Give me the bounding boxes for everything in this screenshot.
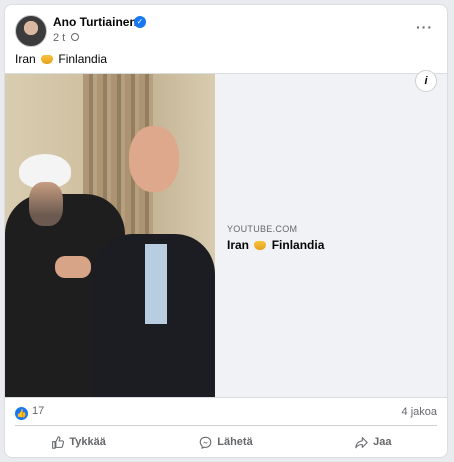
handshake-emoji [254,241,267,250]
handshake-emoji [41,55,54,64]
author-avatar[interactable] [15,15,47,47]
send-button[interactable]: Lähetä [152,429,299,455]
divider [15,425,437,426]
author-name[interactable]: Ano Turtiainen [53,15,137,29]
link-preview[interactable]: i YOUTUBE.COM Iran Finlandia [5,70,447,398]
preview-image[interactable] [5,74,215,397]
verified-icon: ✓ [134,16,146,28]
post-time[interactable]: 2 t [53,32,65,44]
like-label: Tykkää [69,436,106,448]
like-button[interactable]: Tykkää [5,429,152,455]
share-label: Jaa [373,436,392,448]
messenger-icon [199,436,212,449]
share-icon [355,436,368,448]
reaction-count: 17 [32,405,45,417]
share-button[interactable]: Jaa [300,429,447,455]
link-title: Iran Finlandia [227,238,324,252]
action-bar: Tykkää Lähetä Jaa [5,429,447,455]
caption-text-left: Iran [15,52,36,66]
share-count[interactable]: 4 jakoa [402,406,437,418]
link-text[interactable]: YOUTUBE.COM Iran Finlandia [227,224,324,252]
info-icon[interactable]: i [415,70,437,92]
face-left [29,182,63,226]
face-right [129,126,179,192]
globe-icon [71,33,79,41]
caption-text-right: Finlandia [58,52,108,66]
like-icon [52,435,65,449]
like-reaction-icon: 👍 [15,407,28,420]
reaction-summary[interactable]: 👍 17 [15,405,44,420]
link-title-right: Finlandia [271,238,325,252]
post-caption: Iran Finlandia [15,52,107,66]
shirt [145,244,167,324]
post-card: Ano Turtiainen ✓ 2 t ··· Iran Finlandia … [4,4,448,458]
handshake [55,256,91,278]
send-label: Lähetä [217,436,253,448]
more-options-button[interactable]: ··· [416,19,433,35]
link-title-left: Iran [227,238,250,252]
link-domain: YOUTUBE.COM [227,224,298,234]
